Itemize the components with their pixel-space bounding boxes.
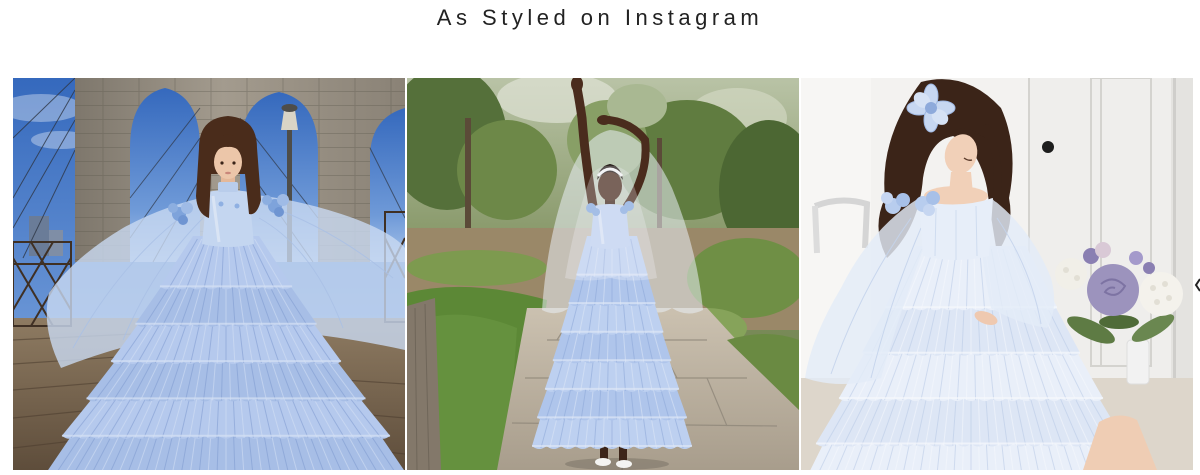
- post-image: [13, 78, 405, 470]
- section-heading: As Styled on Instagram: [436, 5, 764, 30]
- post-image: [407, 78, 799, 470]
- instagram-post-3[interactable]: [801, 78, 1193, 470]
- carousel-arrow-button[interactable]: [1192, 277, 1200, 293]
- post-image: [801, 78, 1193, 470]
- instagram-post-1[interactable]: [13, 78, 405, 470]
- wooden-post: [407, 298, 441, 470]
- instagram-post-2[interactable]: [407, 78, 799, 470]
- door-knob: [1042, 141, 1054, 153]
- instagram-gallery: [13, 78, 1193, 470]
- chevron-left-icon: [1194, 278, 1200, 292]
